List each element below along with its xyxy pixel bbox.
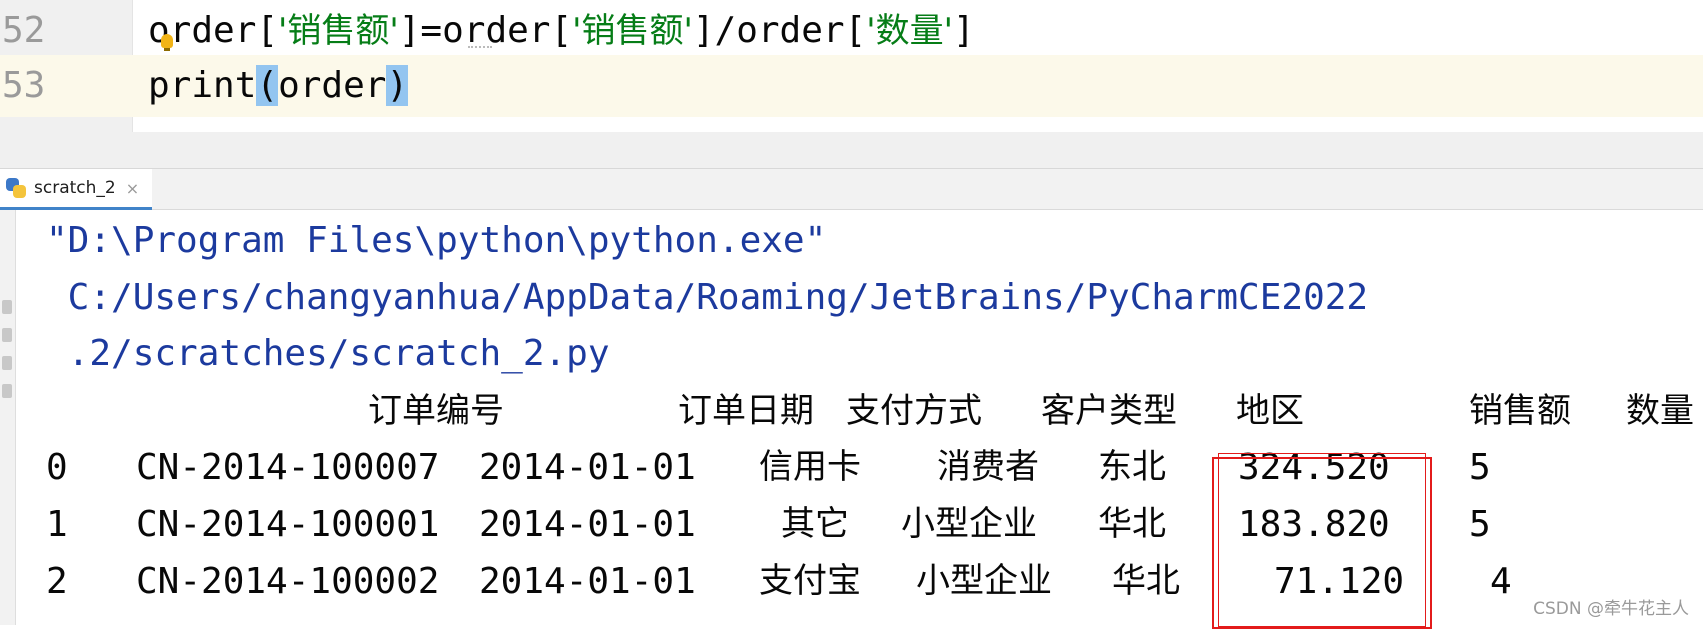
watermark: CSDN @牵牛花主人: [1533, 599, 1689, 619]
table-cell-payment: 信用卡: [759, 447, 861, 487]
toolbar-icon[interactable]: [2, 356, 12, 370]
table-cell-customer: 小型企业: [916, 561, 1052, 601]
console-command-line: "D:\Program Files\python\python.exe": [46, 220, 827, 261]
code-text[interactable]: print(order): [148, 55, 409, 117]
close-icon[interactable]: ×: [126, 179, 139, 198]
toolbar-icon[interactable]: [2, 328, 12, 342]
line-number: 52: [2, 10, 46, 51]
code-line-53[interactable]: 53 print(order): [0, 55, 1703, 117]
table-cell-customer: 小型企业: [901, 504, 1037, 544]
table-header-order-id: 订单编号: [368, 391, 504, 431]
table-cell-order-id: CN-2014-100001: [136, 504, 440, 545]
matched-paren-open: (: [256, 65, 279, 106]
console-output[interactable]: "D:\Program Files\python\python.exe" C:/…: [16, 210, 1703, 625]
table-cell-region: 华北: [1112, 561, 1180, 601]
table-cell-order-id: CN-2014-100002: [136, 561, 440, 602]
line-number: 53: [2, 65, 46, 106]
table-cell-order-id: CN-2014-100007: [136, 447, 440, 488]
table-cell-payment: 支付宝: [759, 561, 861, 601]
table-header-region: 地区: [1236, 391, 1304, 431]
panel-splitter[interactable]: [0, 132, 1703, 169]
table-cell-qty: 5: [1469, 504, 1491, 545]
console-command-line[interactable]: .2/scratches/scratch_2.py: [46, 323, 610, 384]
table-row-index: 1: [46, 504, 68, 545]
table-cell-payment: 其它: [781, 504, 849, 544]
table-row-index: 2: [46, 561, 68, 602]
intention-bulb-icon[interactable]: [161, 34, 173, 51]
table-row-index: 0: [46, 447, 68, 488]
python-file-icon: [6, 178, 26, 198]
code-text[interactable]: order['销售额']=order['销售额']/order['数量']: [148, 0, 975, 62]
matched-paren-close: ): [386, 65, 409, 106]
table-cell-qty: 4: [1490, 561, 1512, 602]
table-cell-region: 华北: [1098, 504, 1166, 544]
toolbar-icon[interactable]: [2, 384, 12, 398]
table-header-qty: 数量: [1626, 391, 1694, 431]
table-header-sales: 销售额: [1469, 391, 1571, 431]
code-editor[interactable]: 52 order['销售额']=order['销售额']/order['数量']…: [0, 0, 1703, 132]
table-cell-region: 东北: [1098, 447, 1166, 487]
tab-label: scratch_2: [34, 178, 116, 198]
table-cell-date: 2014-01-01: [479, 561, 696, 602]
toolbar-icon[interactable]: [2, 300, 12, 314]
code-line-52[interactable]: 52 order['销售额']=order['销售额']/order['数量']: [0, 0, 1703, 62]
table-header-customer: 客户类型: [1041, 391, 1177, 431]
table-cell-date: 2014-01-01: [479, 504, 696, 545]
table-cell-date: 2014-01-01: [479, 447, 696, 488]
run-toolbar: [0, 210, 16, 625]
weak-warning-marker: [468, 38, 492, 48]
table-cell-customer: 消费者: [937, 447, 1039, 487]
annotation-highlight-box: [1212, 457, 1432, 629]
table-header-date: 订单日期: [678, 391, 814, 431]
table-header-payment: 支付方式: [846, 391, 982, 431]
table-cell-qty: 5: [1469, 447, 1491, 488]
console-command-line[interactable]: C:/Users/changyanhua/AppData/Roaming/Jet…: [46, 267, 1368, 328]
run-tab-bar: scratch_2 ×: [0, 169, 1703, 210]
tab-scratch-2[interactable]: scratch_2 ×: [0, 169, 152, 210]
